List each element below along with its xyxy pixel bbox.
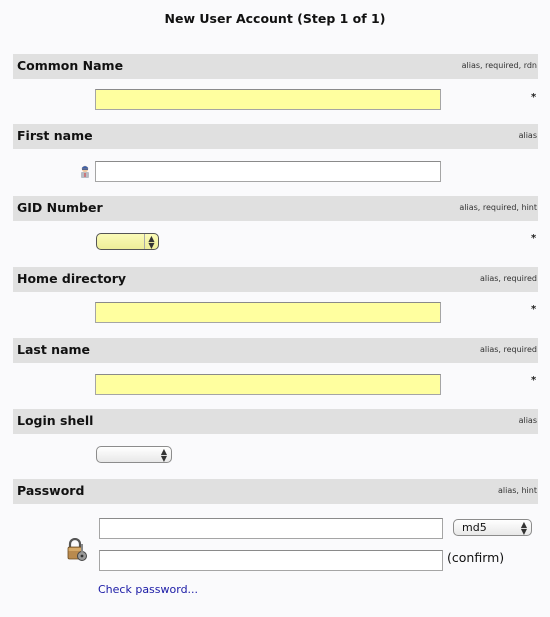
field-flags: alias <box>518 416 537 425</box>
field-header-login-shell: Login shell alias <box>13 409 538 434</box>
field-label: Last name <box>17 342 91 357</box>
field-flags: alias, required <box>479 345 537 354</box>
field-header-gid-number: GID Number alias, required, hint <box>13 196 538 221</box>
user-icon <box>79 163 91 182</box>
gid-number-select[interactable]: ▲ ▼ <box>96 233 159 250</box>
lock-key-icon <box>66 537 88 566</box>
required-marker: * <box>531 304 537 315</box>
field-flags: alias, required, hint <box>459 203 537 212</box>
select-arrows-icon: ▲ ▼ <box>520 520 528 536</box>
select-arrows-icon: ▲ ▼ <box>144 234 158 250</box>
select-arrows-icon: ▲ ▼ <box>160 447 168 463</box>
field-header-password: Password alias, hint <box>13 479 538 504</box>
login-shell-select[interactable]: ▲ ▼ <box>96 446 172 463</box>
field-header-common-name: Common Name alias, required, rdn <box>13 54 538 79</box>
confirm-label: (confirm) <box>447 550 505 565</box>
select-value: md5 <box>462 521 487 534</box>
password-confirm-input[interactable] <box>99 550 443 571</box>
field-flags: alias, required <box>479 274 537 283</box>
last-name-input[interactable] <box>95 374 441 395</box>
required-marker: * <box>531 375 537 386</box>
field-label: GID Number <box>17 200 103 215</box>
home-directory-input[interactable] <box>95 302 441 323</box>
field-flags: alias <box>518 131 537 140</box>
field-header-home-directory: Home directory alias, required <box>13 267 538 292</box>
field-label: First name <box>17 128 93 143</box>
field-label: Common Name <box>17 58 124 73</box>
field-header-first-name: First name alias <box>13 124 538 149</box>
first-name-input[interactable] <box>95 161 441 182</box>
page-title: New User Account (Step 1 of 1) <box>164 11 386 26</box>
hash-algorithm-select[interactable]: md5 ▲ ▼ <box>453 519 532 536</box>
field-flags: alias, required, rdn <box>461 61 537 70</box>
required-marker: * <box>531 92 537 103</box>
field-header-last-name: Last name alias, required <box>13 338 538 363</box>
field-label: Home directory <box>17 271 127 286</box>
field-label: Password <box>17 483 85 498</box>
password-input[interactable] <box>99 518 443 539</box>
field-flags: alias, hint <box>497 486 537 495</box>
check-password-link[interactable]: Check password... <box>98 583 198 596</box>
required-marker: * <box>531 233 537 244</box>
field-label: Login shell <box>17 413 94 428</box>
common-name-input[interactable] <box>95 89 441 110</box>
